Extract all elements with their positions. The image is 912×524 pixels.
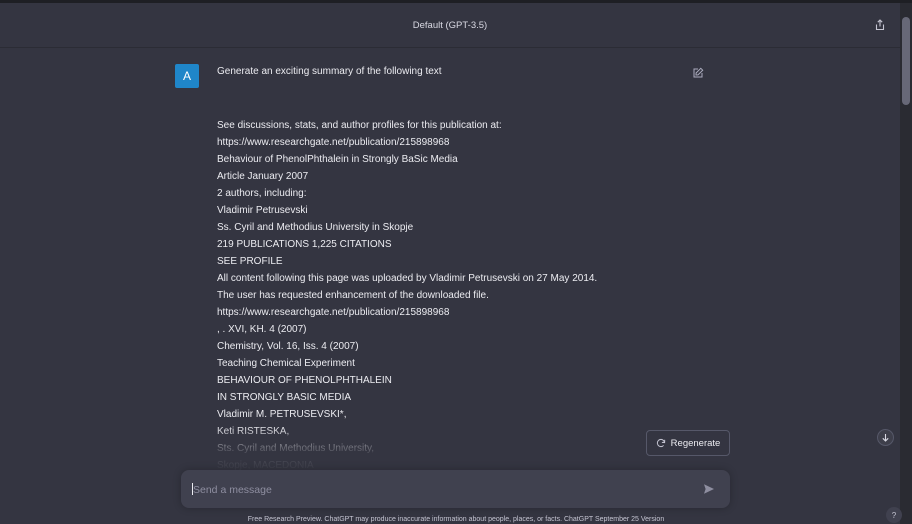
- send-button[interactable]: [701, 481, 717, 497]
- edit-icon: [693, 67, 704, 78]
- edit-message-button[interactable]: [692, 66, 704, 78]
- message-line: BEHAVIOUR OF PHENOLPHTHALEIN: [217, 375, 392, 386]
- prompt-title: Generate an exciting summary of the foll…: [217, 66, 442, 77]
- message-composer: [181, 470, 730, 510]
- message-input[interactable]: [191, 470, 685, 510]
- message-line: https://www.researchgate.net/publication…: [217, 307, 450, 318]
- regenerate-label: Regenerate: [670, 437, 721, 449]
- avatar-initial: A: [182, 69, 191, 83]
- message-line: IN STRONGLY BASIC MEDIA: [217, 392, 352, 403]
- message-line: Teaching Chemical Experiment: [217, 358, 355, 369]
- scroll-to-bottom-button[interactable]: [877, 429, 894, 446]
- share-button[interactable]: [872, 17, 888, 33]
- send-icon: [704, 484, 714, 494]
- message-line: SEE PROFILE: [217, 256, 283, 267]
- message-line: Vladimir Petrusevski: [217, 205, 308, 216]
- message-body: See discussions, stats, and author profi…: [217, 117, 737, 474]
- message-line: See discussions, stats, and author profi…: [217, 120, 502, 131]
- message-line: , . XVI, KH. 4 (2007): [217, 324, 307, 335]
- help-button[interactable]: ?: [886, 507, 902, 523]
- message-line: All content following this page was uplo…: [217, 273, 598, 284]
- chat-header: Default (GPT-3.5): [0, 3, 900, 48]
- message-line: Chemistry, Vol. 16, Iss. 4 (2007): [217, 341, 359, 352]
- message-line: https://www.researchgate.net/publication…: [217, 137, 450, 148]
- message-line: Vladimir M. PETRUSEVSKI*,: [217, 409, 347, 420]
- message-line: 2 authors, including:: [217, 188, 307, 199]
- share-icon: [875, 19, 885, 31]
- footer-disclaimer: Free Research Preview. ChatGPT may produ…: [247, 516, 665, 523]
- regenerate-button[interactable]: Regenerate: [646, 430, 730, 456]
- message-line: The user has requested enhancement of th…: [217, 290, 489, 301]
- message-line: Behaviour of PhenolPhthalein in Strongly…: [217, 154, 458, 165]
- message-line: Ss. Cyril and Methodius University in Sk…: [217, 222, 414, 233]
- arrow-down-icon: [882, 434, 889, 442]
- message-line: 219 PUBLICATIONS 1,225 CITATIONS: [217, 239, 392, 250]
- page-scrollbar[interactable]: [900, 3, 912, 524]
- user-avatar: A: [175, 64, 199, 88]
- scrollbar-thumb[interactable]: [902, 17, 910, 105]
- help-label: ?: [891, 510, 897, 520]
- message-line: Article January 2007: [217, 171, 309, 182]
- refresh-icon: [656, 438, 665, 448]
- model-title[interactable]: Default (GPT-3.5): [413, 20, 487, 31]
- text-caret: [192, 483, 193, 495]
